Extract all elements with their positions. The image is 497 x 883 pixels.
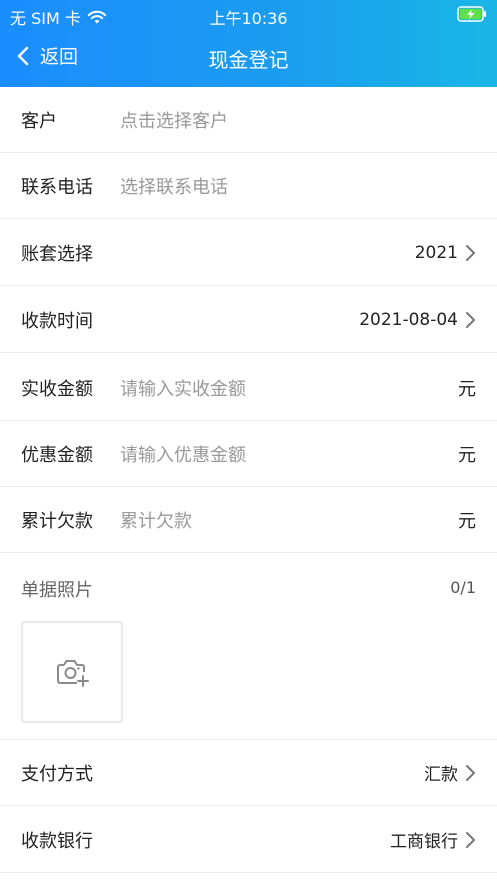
received-amount-label: 实收金额 — [21, 378, 93, 400]
payment-method-row[interactable]: 支付方式 汇款 — [0, 740, 497, 806]
chevron-right-icon — [466, 831, 475, 848]
account-set-value: 2021 — [414, 242, 458, 263]
total-debt-field: 累计欠款 — [120, 510, 192, 532]
chevron-right-icon — [466, 311, 475, 328]
total-debt-unit: 元 — [458, 510, 476, 532]
chevron-right-icon — [466, 244, 475, 261]
discount-amount-row: 优惠金额 请输入优惠金额 元 — [0, 421, 497, 487]
receipt-photo-section: 单据照片 0/1 — [0, 554, 497, 740]
camera-plus-icon — [57, 660, 89, 687]
phone-label: 联系电话 — [21, 176, 93, 198]
payment-method-label: 支付方式 — [21, 763, 93, 785]
receipt-time-value: 2021-08-04 — [359, 309, 458, 330]
receiving-bank-row[interactable]: 收款银行 工商银行 — [0, 807, 497, 873]
cash-register-form: 客户 点击选择客户 联系电话 选择联系电话 账套选择 2021 收款时间 202… — [0, 87, 497, 883]
receipt-time-label: 收款时间 — [21, 310, 93, 332]
customer-label: 客户 — [21, 110, 57, 132]
page-title: 现金登记 — [208, 48, 289, 72]
received-amount-unit: 元 — [458, 378, 476, 400]
discount-amount-input[interactable]: 请输入优惠金额 — [120, 441, 458, 467]
receipt-time-row[interactable]: 收款时间 2021-08-04 — [0, 287, 497, 353]
account-set-label: 账套选择 — [21, 243, 93, 265]
receiving-bank-value: 工商银行 — [390, 832, 458, 852]
receipt-photo-label: 单据照片 — [21, 580, 93, 601]
payment-method-value: 汇款 — [424, 765, 458, 785]
discount-amount-unit: 元 — [458, 444, 476, 466]
discount-amount-label: 优惠金额 — [21, 444, 93, 466]
phone-select[interactable]: 选择联系电话 — [120, 173, 497, 199]
customer-row[interactable]: 客户 点击选择客户 — [0, 87, 497, 153]
receiving-bank-label: 收款银行 — [21, 830, 93, 852]
total-debt-row: 累计欠款 累计欠款 元 — [0, 487, 497, 553]
account-set-row[interactable]: 账套选择 2021 — [0, 220, 497, 286]
photo-upload-button[interactable] — [21, 621, 123, 723]
total-debt-label: 累计欠款 — [21, 510, 93, 532]
nav-bar: 返回 现金登记 — [0, 36, 497, 76]
chevron-right-icon — [466, 764, 475, 781]
received-amount-row: 实收金额 请输入实收金额 元 — [0, 355, 497, 421]
customer-select[interactable]: 点击选择客户 — [120, 107, 497, 133]
received-amount-input[interactable]: 请输入实收金额 — [120, 375, 458, 401]
receipt-photo-count: 0/1 — [450, 578, 476, 597]
battery-charging-icon — [457, 6, 486, 22]
status-time: 上午10:36 — [209, 9, 288, 28]
app-header: 无 SIM 卡 上午10:36 返回 现金登记 — [0, 0, 497, 87]
phone-row[interactable]: 联系电话 选择联系电话 — [0, 153, 497, 219]
status-bar: 无 SIM 卡 上午10:36 — [0, 0, 497, 28]
